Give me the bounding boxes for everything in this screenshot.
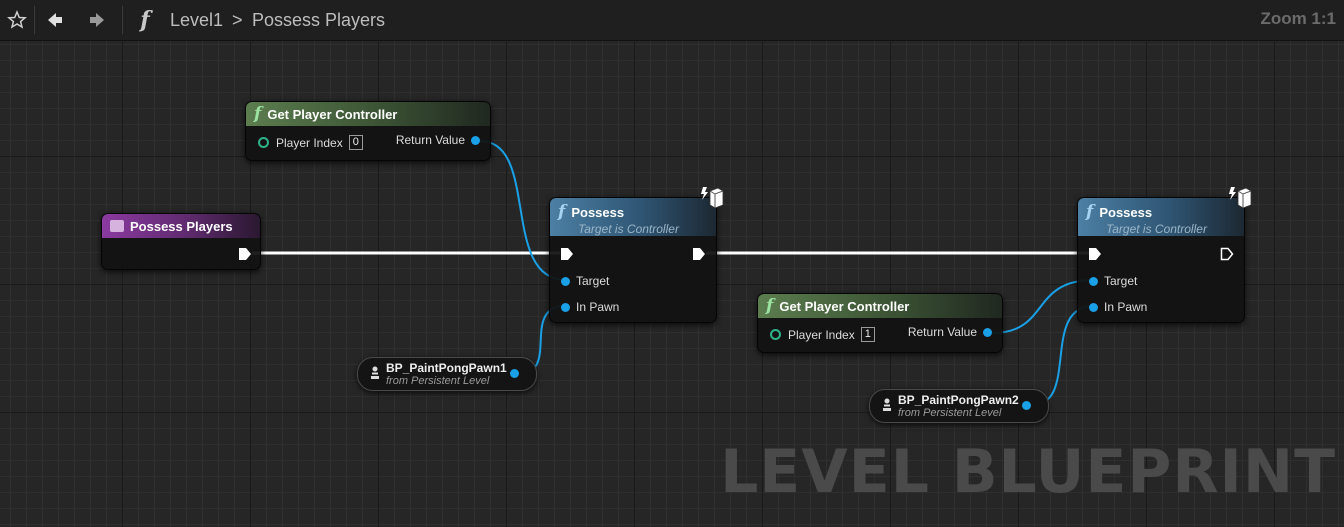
node-header: f Possess Target is Controller bbox=[1078, 198, 1244, 236]
object-pin-icon[interactable] bbox=[561, 302, 570, 312]
object-pin-icon[interactable] bbox=[983, 327, 992, 337]
in-pawn-pin[interactable]: In Pawn bbox=[561, 300, 619, 314]
node-title: Possess bbox=[1099, 204, 1153, 220]
node-title: Get Player Controller bbox=[779, 298, 910, 314]
node-title: Possess bbox=[571, 204, 625, 220]
player-index-pin[interactable]: Player Index 1 bbox=[770, 327, 875, 342]
object-pin-icon[interactable] bbox=[1089, 276, 1098, 286]
pin-label: Return Value bbox=[907, 325, 977, 339]
target-pin[interactable]: Target bbox=[561, 274, 609, 288]
node-title: BP_PaintPongPawn1 bbox=[386, 361, 507, 375]
node-header: f Get Player Controller bbox=[758, 294, 1002, 318]
player-index-input[interactable]: 1 bbox=[860, 327, 875, 342]
node-title: Possess Players bbox=[130, 218, 233, 234]
node-title: Get Player Controller bbox=[267, 106, 398, 122]
actor-reference-icon bbox=[371, 366, 379, 379]
node-subtitle: from Persistent Level bbox=[386, 375, 490, 387]
player-index-pin[interactable]: Player Index 0 bbox=[258, 135, 363, 150]
return-value-pin[interactable]: Return Value bbox=[908, 325, 992, 339]
object-pin-icon[interactable] bbox=[1089, 302, 1098, 312]
player-index-input[interactable]: 0 bbox=[348, 135, 363, 150]
exec-out-pin[interactable] bbox=[238, 247, 252, 261]
int-pin-icon[interactable] bbox=[258, 137, 269, 148]
int-pin-icon[interactable] bbox=[770, 329, 781, 340]
get-player-controller-node-2[interactable]: f Get Player Controller Player Index 1 R… bbox=[757, 293, 1003, 353]
toolbar-divider bbox=[122, 6, 123, 34]
breadcrumb-separator: > bbox=[232, 10, 243, 30]
pin-label: Target bbox=[576, 274, 610, 288]
breadcrumb-level[interactable]: Level1 bbox=[170, 10, 223, 31]
node-subtitle: from Persistent Level bbox=[898, 407, 1002, 419]
breadcrumb-graph: Possess Players bbox=[252, 10, 386, 30]
object-pin-icon[interactable] bbox=[510, 369, 519, 378]
in-pawn-pin[interactable]: In Pawn bbox=[1089, 300, 1147, 314]
star-icon[interactable] bbox=[0, 0, 34, 40]
pin-label: In Pawn bbox=[576, 300, 620, 314]
pawn-reference-node-2[interactable]: BP_PaintPongPawn2 from Persistent Level bbox=[869, 389, 1049, 423]
server-authority-icon bbox=[1229, 187, 1252, 209]
pin-label: Target bbox=[1104, 274, 1138, 288]
exec-out-pin[interactable] bbox=[1220, 247, 1234, 261]
object-pin-icon[interactable] bbox=[1022, 401, 1031, 410]
function-f-icon: f bbox=[766, 296, 774, 316]
custom-event-node[interactable]: Possess Players bbox=[101, 213, 261, 270]
node-subtitle: Target is Controller bbox=[1106, 222, 1207, 236]
function-f-icon: f bbox=[254, 104, 262, 124]
arrow-left-icon[interactable] bbox=[40, 0, 70, 40]
level-blueprint-watermark: LEVEL BLUEPRINT bbox=[720, 437, 1336, 507]
possess-node-2[interactable]: f Possess Target is Controller Target In… bbox=[1077, 197, 1245, 323]
object-pin-icon[interactable] bbox=[561, 276, 570, 286]
node-title: BP_PaintPongPawn2 bbox=[898, 393, 1019, 407]
function-f-icon: f bbox=[558, 202, 566, 222]
function-f-icon: f bbox=[1086, 202, 1094, 222]
possess-node-1[interactable]: f Possess Target is Controller Target In… bbox=[549, 197, 717, 323]
toolbar: f Level1 > Possess Players Zoom 1:1 bbox=[0, 0, 1344, 41]
event-icon bbox=[110, 220, 124, 232]
exec-in-pin[interactable] bbox=[1088, 247, 1102, 261]
pawn-reference-node-1[interactable]: BP_PaintPongPawn1 from Persistent Level bbox=[357, 357, 537, 391]
arrow-right-icon[interactable] bbox=[82, 0, 112, 40]
exec-in-pin[interactable] bbox=[560, 247, 574, 261]
node-header: f Get Player Controller bbox=[246, 102, 490, 126]
node-header: Possess Players bbox=[102, 214, 260, 238]
get-player-controller-node-1[interactable]: f Get Player Controller Player Index 0 R… bbox=[245, 101, 491, 161]
pin-label: Player Index bbox=[788, 327, 855, 342]
function-f-icon: f bbox=[140, 7, 150, 33]
node-header: f Possess Target is Controller bbox=[550, 198, 716, 236]
target-pin[interactable]: Target bbox=[1089, 274, 1137, 288]
exec-out-pin[interactable] bbox=[692, 247, 706, 261]
pin-label: Player Index bbox=[276, 135, 343, 150]
actor-reference-icon bbox=[883, 398, 891, 411]
return-value-pin[interactable]: Return Value bbox=[396, 133, 480, 147]
server-authority-icon bbox=[701, 187, 724, 209]
pin-label: Return Value bbox=[395, 133, 465, 147]
toolbar-divider bbox=[34, 6, 35, 34]
zoom-level: Zoom 1:1 bbox=[1260, 9, 1336, 28]
object-pin-icon[interactable] bbox=[471, 135, 480, 145]
node-subtitle: Target is Controller bbox=[578, 222, 679, 236]
pin-label: In Pawn bbox=[1104, 300, 1148, 314]
